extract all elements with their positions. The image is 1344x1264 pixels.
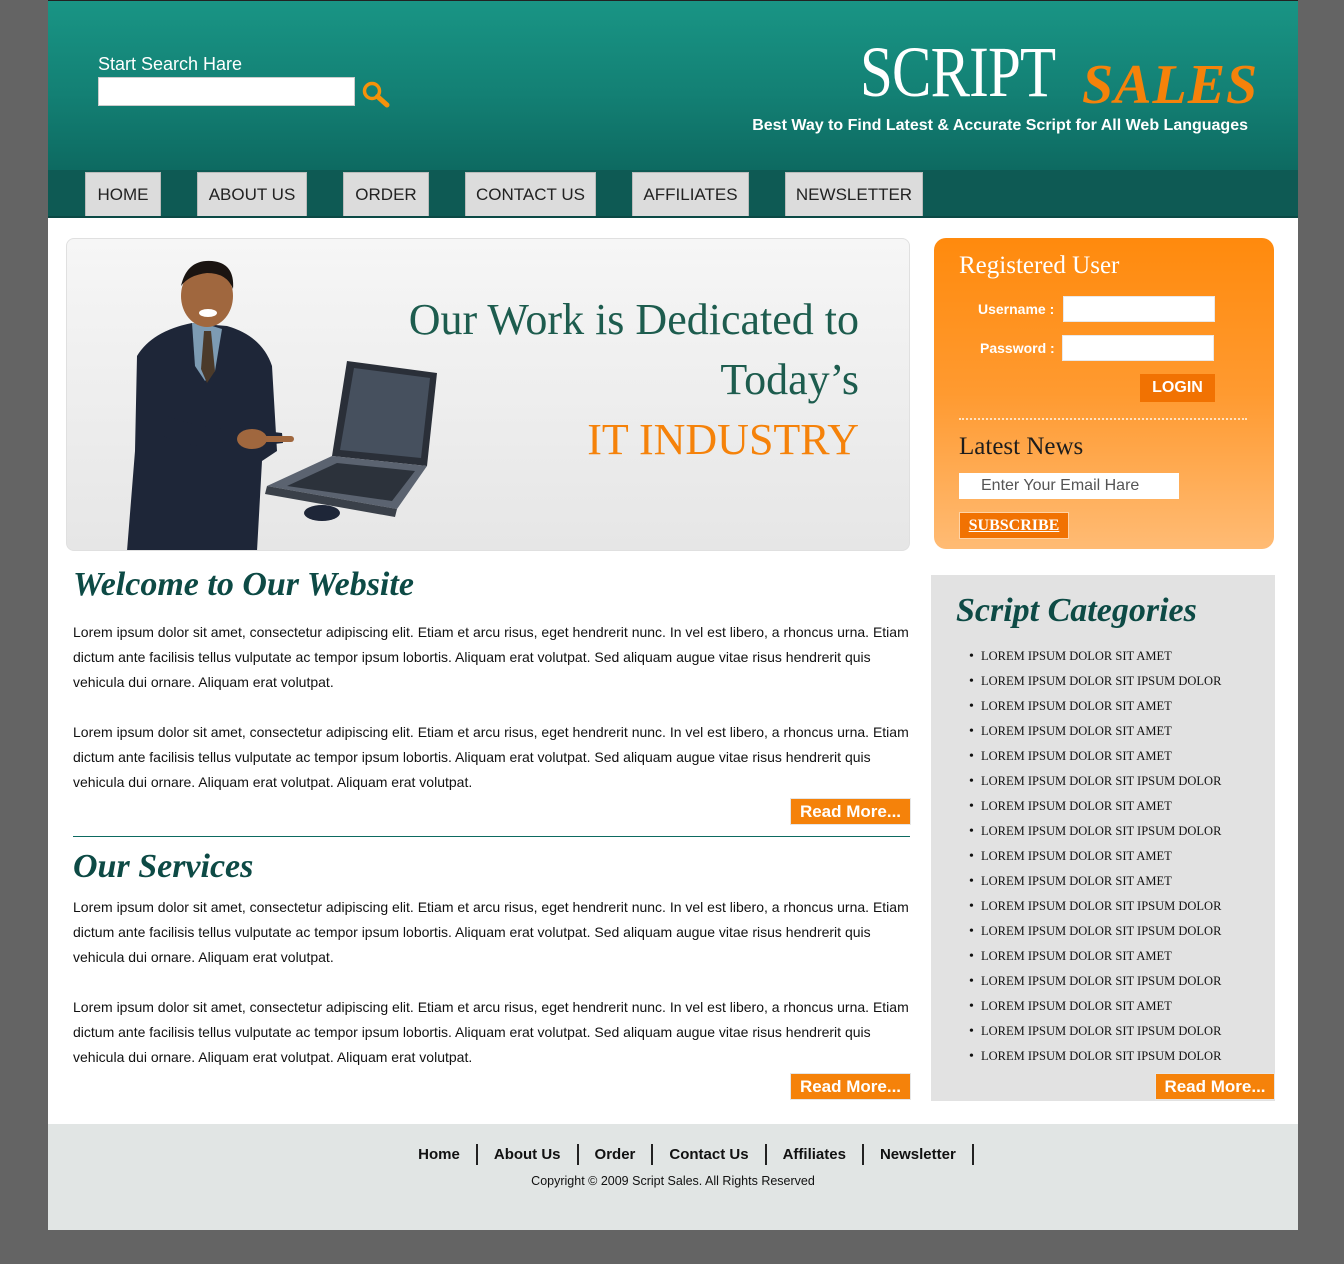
category-item[interactable]: LOREM IPSUM DOLOR SIT IPSUM DOLOR bbox=[969, 969, 1221, 994]
category-item[interactable]: LOREM IPSUM DOLOR SIT IPSUM DOLOR bbox=[969, 819, 1221, 844]
welcome-paragraph-1: Lorem ipsum dolor sit amet, consectetur … bbox=[73, 624, 909, 690]
main-nav: HOME ABOUT US ORDER CONTACT US AFFILIATE… bbox=[48, 170, 1298, 218]
category-item[interactable]: LOREM IPSUM DOLOR SIT AMET bbox=[969, 844, 1221, 869]
nav-about-us[interactable]: ABOUT US bbox=[197, 172, 307, 216]
latest-news-title: Latest News bbox=[959, 433, 1084, 460]
tagline: Best Way to Find Latest & Accurate Scrip… bbox=[752, 117, 1248, 134]
username-field[interactable] bbox=[1063, 296, 1215, 322]
category-item[interactable]: LOREM IPSUM DOLOR SIT AMET bbox=[969, 644, 1221, 669]
hero-headline-line2: Today’s bbox=[720, 355, 859, 404]
hero-banner: Our Work is Dedicated to Today’s IT INDU… bbox=[66, 238, 910, 551]
header: Start Search Hare SCRIPT SALES Best Way … bbox=[48, 0, 1298, 170]
login-button[interactable]: LOGIN bbox=[1140, 374, 1215, 402]
login-title: Registered User bbox=[959, 252, 1120, 279]
search-label: Start Search Hare bbox=[98, 54, 243, 74]
footer-link-newsletter[interactable]: Newsletter bbox=[864, 1144, 974, 1165]
password-label: Password : bbox=[980, 340, 1055, 356]
categories-read-more-button[interactable]: Read More... bbox=[1155, 1073, 1275, 1100]
login-divider bbox=[959, 418, 1247, 420]
nav-order[interactable]: ORDER bbox=[343, 172, 429, 216]
category-item[interactable]: LOREM IPSUM DOLOR SIT AMET bbox=[969, 719, 1221, 744]
copyright-text: Copyright © 2009 Script Sales. All Right… bbox=[531, 1174, 815, 1188]
category-item[interactable]: LOREM IPSUM DOLOR SIT AMET bbox=[969, 994, 1221, 1019]
category-item[interactable]: LOREM IPSUM DOLOR SIT IPSUM DOLOR bbox=[969, 1019, 1221, 1044]
password-field[interactable] bbox=[1062, 335, 1214, 361]
category-item[interactable]: LOREM IPSUM DOLOR SIT AMET bbox=[969, 869, 1221, 894]
logo-sales-text: SALES bbox=[1082, 54, 1259, 116]
nav-home[interactable]: HOME bbox=[85, 172, 161, 216]
username-label: Username : bbox=[978, 301, 1055, 317]
footer-link-affiliates[interactable]: Affiliates bbox=[767, 1144, 864, 1165]
category-item[interactable]: LOREM IPSUM DOLOR SIT AMET bbox=[969, 744, 1221, 769]
footer-links: Home About Us Order Contact Us Affiliate… bbox=[48, 1144, 1298, 1165]
login-panel: Registered User Username : Password : LO… bbox=[934, 238, 1274, 549]
nav-contact-us[interactable]: CONTACT US bbox=[465, 172, 596, 216]
section-divider bbox=[73, 836, 910, 837]
category-item[interactable]: LOREM IPSUM DOLOR SIT IPSUM DOLOR bbox=[969, 919, 1221, 944]
subscribe-button[interactable]: SUBSCRIBE bbox=[959, 512, 1069, 539]
page: Start Search Hare SCRIPT SALES Best Way … bbox=[48, 0, 1298, 1230]
businessman-with-laptop-image bbox=[127, 260, 437, 550]
category-item[interactable]: LOREM IPSUM DOLOR SIT AMET bbox=[969, 944, 1221, 969]
footer-link-order[interactable]: Order bbox=[579, 1144, 654, 1165]
footer-link-home[interactable]: Home bbox=[402, 1144, 478, 1165]
script-categories-panel: Script Categories LOREM IPSUM DOLOR SIT … bbox=[931, 575, 1275, 1101]
services-paragraph-2: Lorem ipsum dolor sit amet, consectetur … bbox=[73, 999, 909, 1065]
welcome-read-more-button[interactable]: Read More... bbox=[790, 798, 911, 825]
welcome-title: Welcome to Our Website bbox=[73, 566, 414, 603]
nav-newsletter[interactable]: NEWSLETTER bbox=[785, 172, 923, 216]
site-logo[interactable]: SCRIPT SALES bbox=[860, 31, 1257, 116]
footer-link-contact-us[interactable]: Contact Us bbox=[653, 1144, 767, 1165]
services-paragraph-1: Lorem ipsum dolor sit amet, consectetur … bbox=[73, 899, 909, 965]
newsletter-email-field[interactable] bbox=[959, 473, 1179, 499]
category-item[interactable]: LOREM IPSUM DOLOR SIT AMET bbox=[969, 794, 1221, 819]
welcome-paragraph-2: Lorem ipsum dolor sit amet, consectetur … bbox=[73, 724, 909, 790]
magnifier-icon bbox=[362, 81, 390, 108]
category-item[interactable]: LOREM IPSUM DOLOR SIT AMET bbox=[969, 694, 1221, 719]
hero-headline-line3: IT INDUSTRY bbox=[587, 415, 859, 464]
logo-script-text: SCRIPT bbox=[860, 32, 1056, 112]
categories-title: Script Categories bbox=[956, 592, 1197, 629]
categories-list: LOREM IPSUM DOLOR SIT AMETLOREM IPSUM DO… bbox=[969, 644, 1221, 1069]
hero-headline-line1: Our Work is Dedicated to bbox=[408, 295, 859, 344]
footer: Home About Us Order Contact Us Affiliate… bbox=[48, 1124, 1298, 1230]
services-title: Our Services bbox=[73, 848, 254, 885]
category-item[interactable]: LOREM IPSUM DOLOR SIT IPSUM DOLOR bbox=[969, 769, 1221, 794]
footer-link-about-us[interactable]: About Us bbox=[478, 1144, 579, 1165]
category-item[interactable]: LOREM IPSUM DOLOR SIT IPSUM DOLOR bbox=[969, 894, 1221, 919]
search-input[interactable] bbox=[98, 77, 355, 106]
category-item[interactable]: LOREM IPSUM DOLOR SIT IPSUM DOLOR bbox=[969, 669, 1221, 694]
services-read-more-button[interactable]: Read More... bbox=[790, 1073, 911, 1100]
nav-affiliates[interactable]: AFFILIATES bbox=[632, 172, 749, 216]
search-button[interactable] bbox=[361, 80, 393, 110]
category-item[interactable]: LOREM IPSUM DOLOR SIT IPSUM DOLOR bbox=[969, 1044, 1221, 1069]
